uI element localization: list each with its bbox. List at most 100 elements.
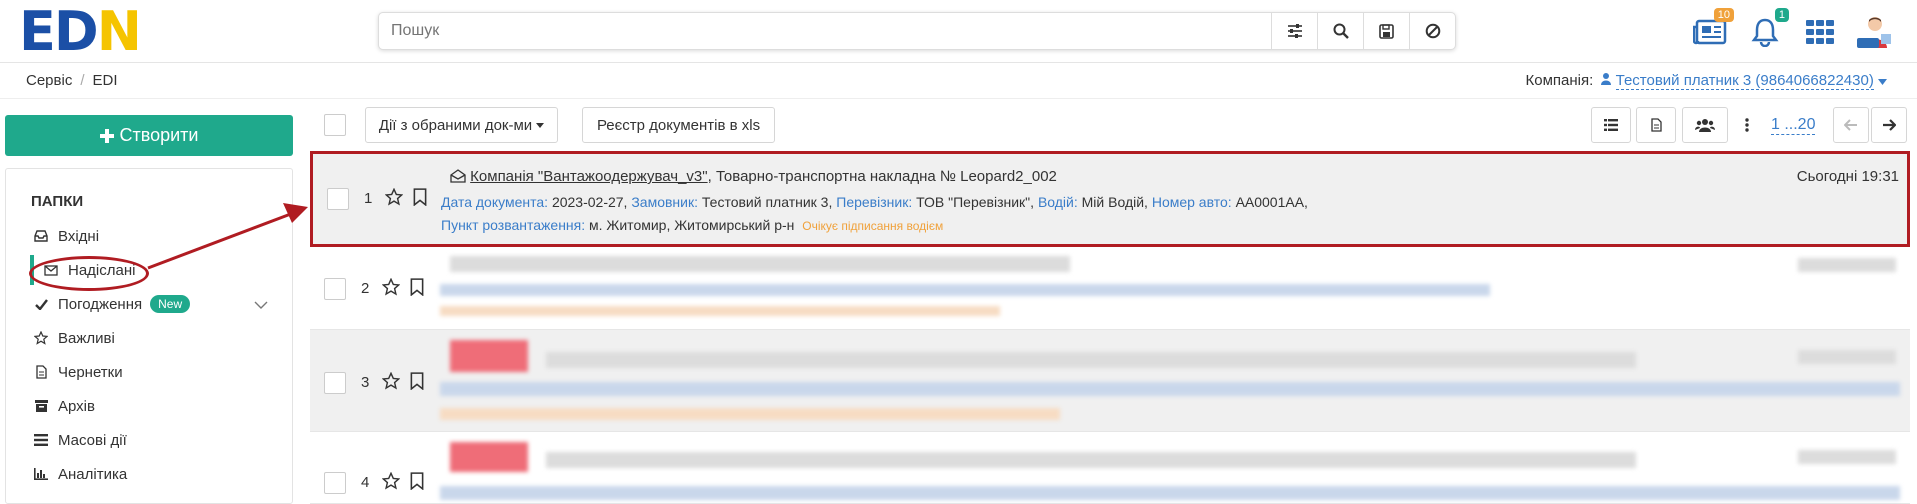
check-icon (30, 298, 52, 310)
star-icon[interactable] (381, 277, 401, 300)
export-xls-button[interactable]: Реєстр документів в xls (582, 107, 775, 143)
document-view-button[interactable] (1636, 107, 1676, 143)
bookmark-icon[interactable] (410, 472, 424, 494)
star-icon (30, 331, 52, 345)
clear-search-button[interactable] (1409, 13, 1455, 49)
document-row[interactable]: 2 (310, 250, 1910, 330)
user-icon (1601, 73, 1612, 85)
avatar-icon (1857, 17, 1891, 48)
redacted-title (546, 352, 1636, 368)
customer-value: Тестовий платник 3, (701, 194, 833, 210)
star-icon[interactable] (384, 187, 404, 210)
row-checkbox[interactable] (324, 372, 346, 394)
driver-label: Водій: (1037, 194, 1078, 210)
date-value: 2023-02-27, (551, 194, 628, 210)
sidebar-item-label: Погодження (58, 295, 143, 313)
redacted-time (1798, 258, 1896, 272)
car-number-label: Номер авто: (1151, 194, 1232, 210)
bulk-actions-dropdown[interactable]: Дії з обраними док-ми (365, 107, 558, 143)
row-checkbox[interactable] (324, 278, 346, 300)
document-company-link[interactable]: Компанія "Вантажоодержувач_v3" (470, 168, 707, 185)
redacted-logo (450, 340, 528, 372)
bar-chart-icon (30, 468, 52, 480)
sidebar-item-analytics[interactable]: Аналітика (30, 459, 270, 489)
redacted-details (440, 486, 1900, 500)
row-checkbox[interactable] (324, 472, 346, 494)
prev-page-button[interactable] (1833, 107, 1869, 143)
file-icon (30, 365, 52, 379)
save-search-button[interactable] (1363, 13, 1409, 49)
list-view-button[interactable] (1591, 107, 1631, 143)
status-badge: Очікує підписання водієм (802, 219, 944, 233)
sidebar-item-bulk-actions[interactable]: Масові дії (30, 425, 270, 455)
chevron-down-icon[interactable] (254, 297, 268, 314)
sidebar-item-approval[interactable]: Погодження New (30, 289, 268, 319)
breadcrumb-service[interactable]: Сервіс (26, 72, 72, 89)
sidebar-item-archive[interactable]: Архів (30, 391, 270, 421)
star-icon[interactable] (381, 471, 401, 494)
document-row[interactable]: 4 (310, 432, 1910, 504)
document-row[interactable]: 3 (310, 330, 1910, 432)
new-badge: New (150, 295, 191, 313)
create-button-label: Створити (119, 125, 199, 145)
bell-icon (1751, 18, 1779, 47)
vertical-dots-icon (1745, 118, 1749, 132)
folders-panel: ПАПКИ Вхідні Надіслані Погодження New Ва… (5, 168, 293, 504)
unload-point-value: м. Житомир, Житомирський р-н (589, 217, 795, 233)
sidebar-item-important[interactable]: Важливі (30, 323, 270, 353)
breadcrumb-separator: / (80, 72, 85, 89)
document-time: Сьогодні 19:31 (1796, 168, 1899, 185)
bookmark-icon[interactable] (410, 372, 424, 394)
notifications-button[interactable]: 1 (1745, 8, 1789, 52)
edin-logo[interactable]: E D N (19, 0, 142, 63)
filter-settings-button[interactable] (1271, 13, 1317, 49)
caret-down-icon (536, 122, 545, 128)
arrow-right-icon (1883, 119, 1896, 131)
sliders-icon (1287, 24, 1302, 38)
news-button[interactable]: 10 (1690, 8, 1734, 52)
driver-value: Мій Водій, (1081, 194, 1148, 210)
carrier-value: ТОВ "Перевізник", (916, 194, 1035, 210)
sidebar-item-label: Важливі (58, 329, 115, 347)
search-button[interactable] (1317, 13, 1363, 49)
select-all-checkbox[interactable] (324, 114, 346, 136)
document-details: Дата документа: 2023-02-27, Замовник: Те… (441, 194, 1641, 210)
sidebar-item-label: Масові дії (58, 431, 127, 449)
caret-down-icon (1878, 79, 1887, 85)
user-avatar[interactable] (1852, 12, 1898, 52)
sidebar-item-label: Архів (58, 397, 95, 415)
document-title[interactable]: , Товарно-транспортна накладна № Leopard… (708, 168, 1057, 185)
logo-letter-n: N (96, 0, 142, 63)
redacted-details (440, 382, 1900, 396)
car-number-value: АА0001АА, (1235, 194, 1308, 210)
date-label: Дата документа: (441, 194, 549, 210)
star-icon[interactable] (381, 371, 401, 394)
bookmark-icon[interactable] (413, 188, 427, 210)
file-icon (1650, 118, 1662, 132)
create-button[interactable]: Створити (5, 115, 293, 156)
sidebar-item-label: Чернетки (58, 363, 123, 381)
row-checkbox[interactable] (327, 188, 349, 210)
unload-point-label: Пункт розвантаження: (441, 217, 586, 233)
plus-icon (99, 128, 114, 143)
company-value[interactable]: Тестовий платник 3 (9864066822430) (1615, 72, 1874, 90)
partners-view-button[interactable] (1682, 107, 1728, 143)
document-row[interactable]: 1 Компанія "Вантажоодержувач_v3", Товарн… (310, 151, 1910, 247)
redacted-details (440, 284, 1490, 296)
company-label: Компанія: (1525, 72, 1594, 89)
next-page-button[interactable] (1871, 107, 1907, 143)
breadcrumb-edi[interactable]: EDI (93, 72, 118, 89)
pagination-range[interactable]: 1 ...20 (1771, 116, 1816, 135)
inbox-icon (30, 230, 52, 242)
bookmark-icon[interactable] (410, 278, 424, 300)
grid-icon (1806, 20, 1834, 44)
arrow-left-icon (1844, 119, 1857, 131)
sidebar-item-drafts[interactable]: Чернетки (30, 357, 270, 387)
ban-icon (1425, 23, 1440, 39)
row-number: 2 (361, 280, 370, 297)
search-input[interactable] (379, 13, 1271, 49)
apps-menu-button[interactable] (1800, 12, 1840, 52)
row-number: 3 (361, 374, 370, 391)
sidebar-item-inbox[interactable]: Вхідні (30, 221, 270, 251)
more-options-button[interactable] (1734, 107, 1760, 143)
